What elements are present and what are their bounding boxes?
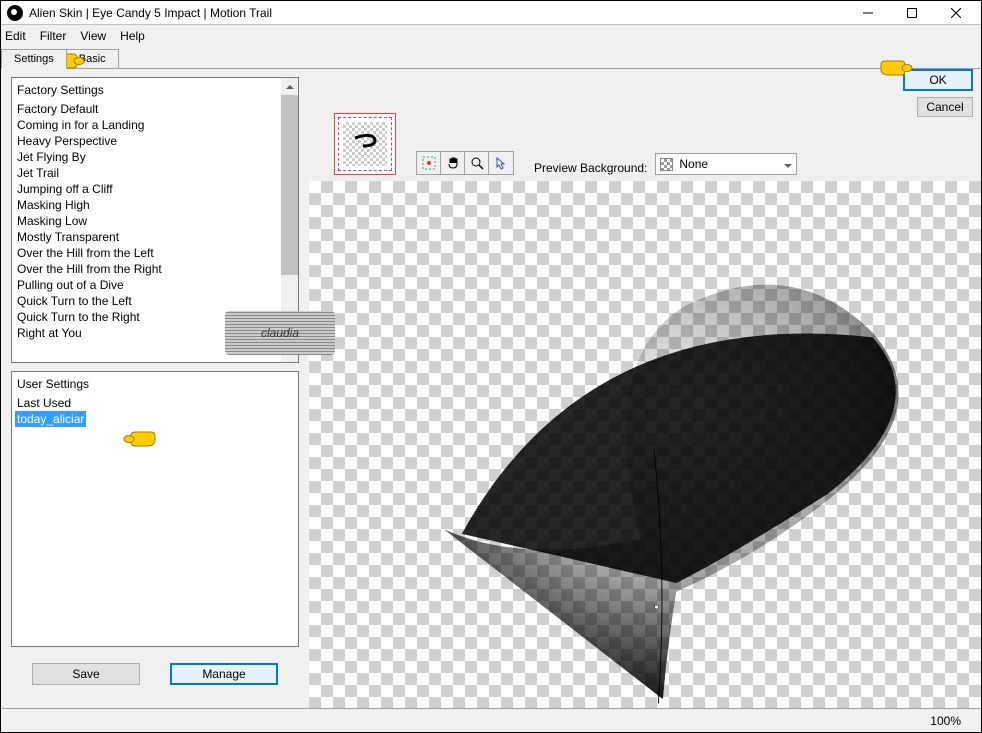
transparency-swatch-icon bbox=[660, 158, 673, 171]
tool-group bbox=[416, 151, 514, 175]
factory-header: Factory Settings bbox=[15, 81, 295, 101]
menu-help[interactable]: Help bbox=[120, 29, 145, 43]
menu-bar: Edit Filter View Help bbox=[1, 25, 981, 47]
zoom-tool-icon[interactable] bbox=[465, 152, 489, 174]
tab-bar: Settings Basic bbox=[1, 47, 981, 69]
scroll-up-icon[interactable] bbox=[281, 78, 298, 95]
pointer-tool-icon[interactable] bbox=[489, 152, 513, 174]
tab-basic[interactable]: Basic bbox=[66, 49, 119, 68]
list-item[interactable]: Pulling out of a Dive bbox=[15, 277, 295, 293]
settings-panel: Factory Settings Factory Default Coming … bbox=[1, 69, 309, 708]
list-item[interactable]: Jet Flying By bbox=[15, 149, 295, 165]
list-item-selected[interactable]: today_aliciar bbox=[15, 411, 86, 427]
menu-edit[interactable]: Edit bbox=[5, 29, 26, 43]
user-settings-list[interactable]: User Settings Last Used today_aliciar bbox=[11, 371, 299, 647]
tab-settings[interactable]: Settings bbox=[1, 49, 67, 69]
menu-view[interactable]: View bbox=[80, 29, 106, 43]
preview-bg-value: None bbox=[679, 157, 708, 171]
preview-toolbar: Preview Background: None OK Cancel bbox=[309, 69, 981, 181]
list-item[interactable]: Over the Hill from the Right bbox=[15, 261, 295, 277]
list-item[interactable]: Coming in for a Landing bbox=[15, 117, 295, 133]
status-bar: 100% bbox=[1, 708, 981, 732]
preview-thumbnail[interactable] bbox=[334, 113, 396, 175]
zoom-level: 100% bbox=[930, 714, 961, 728]
maximize-button[interactable] bbox=[891, 3, 933, 23]
list-item[interactable]: Jet Trail bbox=[15, 165, 295, 181]
minimize-button[interactable] bbox=[847, 3, 889, 23]
app-icon bbox=[7, 5, 23, 21]
hand-tool-icon[interactable] bbox=[441, 152, 465, 174]
menu-filter[interactable]: Filter bbox=[40, 29, 67, 43]
preview-canvas[interactable] bbox=[309, 181, 981, 708]
scroll-thumb[interactable] bbox=[281, 95, 298, 275]
close-button[interactable] bbox=[935, 3, 977, 23]
list-item[interactable]: Masking Low bbox=[15, 213, 295, 229]
ok-button[interactable]: OK bbox=[903, 69, 973, 91]
zone-tool-icon[interactable] bbox=[417, 152, 441, 174]
list-item[interactable]: Factory Default bbox=[15, 101, 295, 117]
preview-bg-label: Preview Background: bbox=[534, 161, 647, 175]
cancel-button[interactable]: Cancel bbox=[917, 97, 973, 117]
preview-bg-select[interactable]: None bbox=[655, 153, 797, 175]
list-item[interactable]: Mostly Transparent bbox=[15, 229, 295, 245]
preview-area: Preview Background: None OK Cancel bbox=[309, 69, 981, 708]
list-item[interactable]: Over the Hill from the Left bbox=[15, 245, 295, 261]
watermark: claudia bbox=[225, 311, 335, 355]
list-item[interactable]: Last Used bbox=[15, 395, 295, 411]
manage-button[interactable]: Manage bbox=[170, 663, 278, 685]
list-item[interactable]: Jumping off a Cliff bbox=[15, 181, 295, 197]
title-bar: Alien Skin | Eye Candy 5 Impact | Motion… bbox=[1, 1, 981, 25]
user-header: User Settings bbox=[15, 375, 295, 395]
chevron-down-icon bbox=[784, 157, 792, 171]
list-item[interactable]: Quick Turn to the Left bbox=[15, 293, 295, 309]
list-item[interactable]: Masking High bbox=[15, 197, 295, 213]
window-title: Alien Skin | Eye Candy 5 Impact | Motion… bbox=[29, 6, 847, 20]
list-item[interactable]: Heavy Perspective bbox=[15, 133, 295, 149]
save-button[interactable]: Save bbox=[32, 663, 140, 685]
